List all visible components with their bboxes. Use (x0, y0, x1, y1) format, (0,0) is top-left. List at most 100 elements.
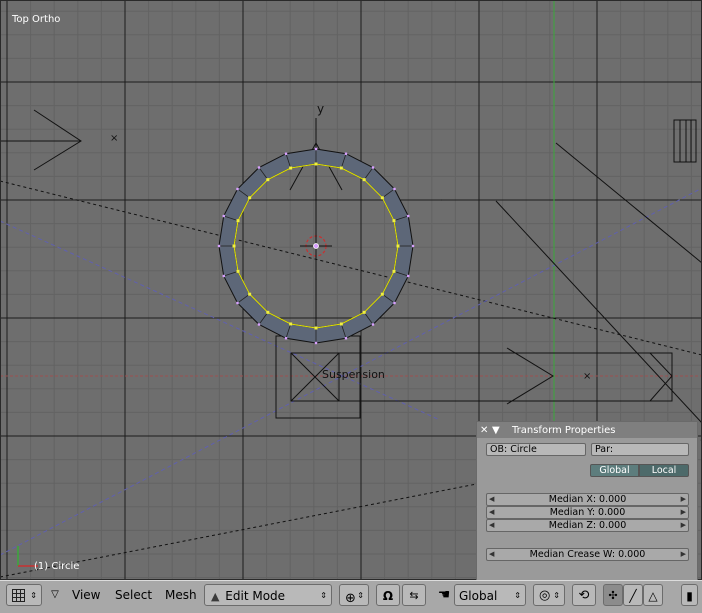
median-y-value: Median Y: 0.000 (549, 507, 626, 518)
mesh-vertex-selected (314, 326, 318, 330)
blender-window: × × Top Ortho (1) Circle y Suspension ✕ … (0, 0, 702, 613)
up-down-arrows-icon: ⇕ (514, 591, 521, 600)
view-name-label: Top Ortho (12, 14, 61, 25)
hand-tool-button[interactable]: ☚ (434, 584, 454, 606)
mesh-vertex (217, 244, 221, 248)
median-y-field[interactable]: ◀ Median Y: 0.000 ▶ (486, 506, 689, 519)
mesh-vertex (411, 244, 415, 248)
global-toggle[interactable]: Global (590, 464, 639, 477)
mesh-vertex (371, 166, 375, 169)
mesh-vertex-selected (236, 269, 240, 273)
median-x-field[interactable]: ◀ Median X: 0.000 ▶ (486, 493, 689, 506)
mesh-vertex (393, 301, 396, 305)
cube-icon: ▮ (686, 589, 693, 603)
mesh-vertex (222, 214, 225, 218)
mesh-vertex (344, 337, 348, 340)
transform-manipulator-toggle[interactable]: ⇆ (402, 584, 426, 606)
grid-icon (12, 589, 25, 602)
mesh-vertex (236, 301, 239, 305)
vertex-select-mode[interactable]: ✣ (603, 584, 623, 606)
object-name-label: Suspension (322, 368, 385, 381)
edge-select-mode[interactable]: ╱ (623, 584, 643, 606)
mesh-vertex (257, 166, 261, 169)
3d-viewport[interactable]: × × Top Ortho (1) Circle y Suspension ✕ … (0, 0, 702, 580)
mesh-vertex (407, 214, 410, 218)
mesh-vertex (407, 274, 410, 278)
up-down-arrows-icon: ⇕ (357, 591, 364, 600)
mesh-vertex-selected (339, 166, 343, 170)
edit-mode-icon: ▲ (211, 590, 220, 603)
decrement-arrow-icon[interactable]: ◀ (489, 520, 494, 531)
face-select-mode[interactable]: △ (643, 584, 663, 606)
mesh-vertex-selected (314, 162, 318, 166)
viewport-header: ⇕ ▽ View Select Mesh ▲ Edit Mode ⇕ ⊕ ⇕ Ω… (0, 580, 702, 613)
decrement-arrow-icon[interactable]: ◀ (489, 494, 494, 505)
occlude-geometry-button[interactable]: ▮ (681, 584, 698, 606)
mesh-vertex-selected (392, 269, 396, 273)
object-name-field[interactable]: OB: Circle (486, 443, 586, 456)
mesh-vertex-selected (289, 322, 293, 326)
editor-type-menu[interactable]: ⇕ (6, 584, 42, 606)
empty-cross-mark: × (110, 133, 118, 144)
hand-icon: ☚ (437, 587, 451, 603)
mode-select[interactable]: ▲ Edit Mode ⇕ (204, 584, 332, 606)
proportional-edit-button[interactable]: ⟲ (572, 584, 596, 606)
menu-mesh[interactable]: Mesh (165, 584, 197, 606)
draw-type-select[interactable]: ⊕ ⇕ (339, 584, 369, 606)
increment-arrow-icon[interactable]: ▶ (681, 494, 686, 505)
transform-properties-panel[interactable]: ✕ ▼ Transform Properties OB: Circle Par:… (476, 421, 698, 580)
pivot-select[interactable]: ◎ ⇕ (533, 584, 565, 606)
proportional-icon: ⟲ (578, 588, 590, 603)
mesh-vertex-selected (266, 310, 270, 314)
mesh-vertex-selected (248, 292, 252, 296)
omega-icon: Ω (382, 589, 394, 603)
face-icon: △ (648, 589, 658, 603)
panel-header[interactable]: ✕ ▼ Transform Properties (477, 422, 697, 438)
local-toggle[interactable]: Local (639, 464, 689, 477)
up-down-arrows-icon: ⇕ (553, 591, 560, 600)
parent-field[interactable]: Par: (591, 443, 689, 456)
mesh-vertex (314, 341, 318, 345)
median-z-field[interactable]: ◀ Median Z: 0.000 ▶ (486, 519, 689, 532)
median-crease-value: Median Crease W: 0.000 (529, 549, 646, 560)
menu-select[interactable]: Select (115, 584, 152, 606)
mesh-vertex-selected (380, 292, 384, 296)
menu-view[interactable]: View (72, 584, 100, 606)
wire-sphere-icon: ⊕ (345, 591, 356, 606)
mesh-vertex (314, 147, 318, 151)
suspension-cross-mark: × (583, 371, 591, 382)
increment-arrow-icon[interactable]: ▶ (681, 507, 686, 518)
triangle-down-icon[interactable]: ▼ (492, 425, 502, 436)
mesh-vertex (344, 152, 348, 155)
close-icon[interactable]: ✕ (480, 425, 490, 436)
mesh-vertex (371, 323, 375, 326)
arrows-icon: ⇆ (409, 589, 419, 602)
collapse-menus-icon[interactable]: ▽ (48, 584, 62, 606)
decrement-arrow-icon[interactable]: ◀ (489, 549, 494, 560)
mesh-vertex (222, 274, 225, 278)
pivot-icon: ◎ (539, 588, 551, 603)
decrement-arrow-icon[interactable]: ◀ (489, 507, 494, 518)
median-crease-field[interactable]: ◀ Median Crease W: 0.000 ▶ (486, 548, 689, 561)
mesh-vertex-selected (362, 310, 366, 314)
mesh-vertex-selected (396, 244, 400, 248)
axis-y-label: y (317, 102, 325, 116)
median-x-value: Median X: 0.000 (548, 494, 627, 505)
orientation-select[interactable]: Global ⇕ (454, 584, 526, 606)
mesh-vertex (284, 152, 288, 155)
mesh-vertex-selected (236, 219, 240, 223)
orientation-label: Global (459, 589, 498, 603)
median-z-value: Median Z: 0.000 (548, 520, 627, 531)
mesh-vertex (236, 187, 239, 191)
increment-arrow-icon[interactable]: ▶ (681, 549, 686, 560)
mesh-vertex-selected (232, 244, 236, 248)
mesh-vertex-selected (289, 166, 293, 170)
mesh-vertex (284, 337, 288, 340)
manipulator-toggle[interactable]: Ω (376, 584, 400, 606)
mode-label: Edit Mode (225, 589, 286, 603)
up-down-arrows-icon: ⇕ (30, 591, 37, 600)
active-object-label: (1) Circle (34, 561, 80, 572)
mesh-vertex-selected (362, 178, 366, 182)
increment-arrow-icon[interactable]: ▶ (681, 520, 686, 531)
mesh-vertex-selected (392, 219, 396, 223)
